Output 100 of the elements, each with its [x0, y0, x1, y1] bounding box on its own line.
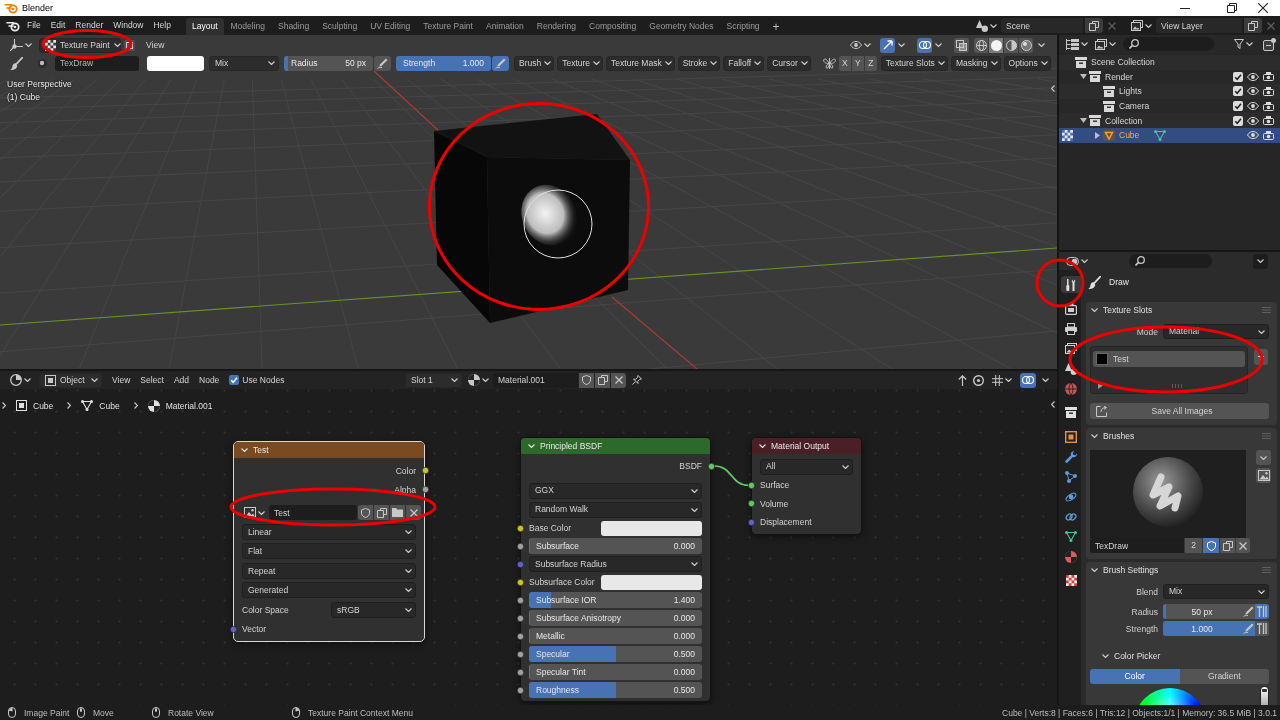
texture-slot-item[interactable]: Test: [1093, 351, 1245, 367]
pressure-button[interactable]: [492, 55, 509, 71]
add-workspace-button[interactable]: +: [766, 18, 786, 35]
shading-mode-button[interactable]: [1019, 37, 1033, 53]
filter-button[interactable]: [1232, 36, 1255, 52]
workspace-tab[interactable]: Geometry Nodes: [643, 18, 720, 35]
copy-button[interactable]: [374, 505, 389, 520]
socket-icon[interactable]: [707, 462, 715, 470]
camera-icon[interactable]: [1263, 72, 1274, 82]
image-name-field[interactable]: Test: [269, 505, 357, 520]
property-dropdown[interactable]: Subsurface Radius: [529, 556, 702, 572]
node-header[interactable]: Test: [234, 442, 424, 458]
search-field[interactable]: [1123, 37, 1214, 51]
property-dropdown[interactable]: Repeat: [242, 562, 416, 579]
property-slider[interactable]: Specular Tint 0.000: [529, 664, 702, 680]
brush-slider[interactable]: Strength 1.000: [396, 55, 491, 71]
view-layer-name-field[interactable]: View Layer: [1156, 18, 1242, 33]
blend-dropdown[interactable]: Mix: [1163, 584, 1269, 599]
socket-icon[interactable]: [516, 542, 524, 550]
eye-icon[interactable]: [1247, 72, 1259, 81]
drag-handle-icon[interactable]: [1262, 567, 1271, 573]
up-arrow-icon[interactable]: [958, 374, 967, 386]
grid-button[interactable]: [990, 372, 1014, 388]
chevron-icon[interactable]: [1102, 653, 1109, 658]
menu-dropdown[interactable]: Texture: [557, 55, 604, 71]
camera-icon[interactable]: [1263, 87, 1274, 96]
property-dropdown[interactable]: Random Walk: [529, 501, 702, 518]
checkbox-icon[interactable]: [229, 375, 240, 385]
overlay-button[interactable]: [917, 37, 932, 53]
eye-icon[interactable]: [1247, 131, 1259, 140]
menu-item[interactable]: File: [22, 17, 46, 34]
chevron-icon[interactable]: [1038, 43, 1045, 47]
menu-dropdown[interactable]: Texture Mask: [606, 55, 675, 71]
drag-handle-icon[interactable]: [1262, 307, 1271, 313]
socket-icon[interactable]: [516, 578, 524, 586]
workspace-tab[interactable]: Texture Paint: [417, 18, 479, 35]
workspace-tab[interactable]: Animation: [479, 18, 530, 35]
checkbox-icon[interactable]: [1233, 86, 1243, 97]
workspace-tab[interactable]: Sculpting: [316, 18, 364, 35]
user-count-button[interactable]: 2: [1185, 538, 1202, 553]
panel-title[interactable]: Color Picker: [1114, 650, 1161, 661]
pressure-button[interactable]: [374, 55, 391, 71]
eye-icon[interactable]: [1247, 116, 1259, 125]
use-nodes-checkbox[interactable]: Use Nodes: [229, 372, 285, 388]
panel-title[interactable]: Texture Slots: [1103, 305, 1153, 315]
fake-user-button[interactable]: [1203, 538, 1219, 553]
menu-dropdown[interactable]: Stroke: [677, 55, 721, 71]
shading-mode-button[interactable]: [1004, 37, 1018, 53]
property-slider[interactable]: Roughness 0.500: [529, 682, 702, 698]
color-swatch[interactable]: [147, 55, 204, 71]
scene-name-field[interactable]: Scene: [1001, 18, 1083, 33]
dropdown-button[interactable]: [1253, 253, 1268, 269]
color-swatch[interactable]: [601, 520, 702, 536]
overlay-button[interactable]: [1020, 372, 1036, 388]
chevron-left-icon[interactable]: [1051, 401, 1055, 408]
property-slider[interactable]: Metallic 0.000: [529, 628, 702, 644]
property-slider[interactable]: Subsurface Anisotropy 0.000: [529, 610, 702, 626]
popover-dropdown[interactable]: Texture Slots: [880, 55, 948, 71]
search-field[interactable]: [1129, 254, 1212, 268]
property-dropdown[interactable]: GGX: [529, 482, 702, 499]
unlink-button[interactable]: [1236, 538, 1250, 553]
socket-icon[interactable]: [516, 596, 524, 604]
ring-icon[interactable]: [973, 374, 984, 386]
material-name-field[interactable]: Material.001: [493, 372, 578, 388]
socket-icon[interactable]: [747, 500, 755, 508]
chevron-icon[interactable]: [1091, 308, 1098, 312]
close-icon[interactable]: [1258, 3, 1268, 13]
camera-icon[interactable]: [1263, 130, 1274, 140]
menu-item[interactable]: Select: [135, 372, 169, 388]
expand-arrow-icon[interactable]: [1094, 131, 1100, 139]
unified-button[interactable]: [1255, 604, 1269, 619]
editor-type-button[interactable]: [8, 37, 34, 53]
camera-icon[interactable]: [1263, 101, 1274, 111]
chevron-icon[interactable]: [1091, 434, 1098, 438]
property-slider[interactable]: Specular 0.500: [529, 646, 702, 662]
copy-button[interactable]: [595, 372, 610, 388]
chevron-icon[interactable]: [528, 444, 535, 448]
menu-dropdown[interactable]: Brush: [514, 55, 555, 71]
butterfly-icon[interactable]: [822, 57, 836, 69]
chevron-icon[interactable]: [935, 43, 942, 47]
property-dropdown[interactable]: Flat: [242, 543, 416, 560]
image-browse-button[interactable]: [242, 505, 267, 520]
menu-dropdown[interactable]: Cursor: [767, 55, 811, 71]
menu-item[interactable]: Edit: [45, 17, 71, 34]
object-type-dropdown[interactable]: Object: [39, 372, 102, 388]
workspace-tab[interactable]: Rendering: [530, 18, 582, 35]
property-dropdown[interactable]: sRGB: [331, 601, 416, 618]
scene-selector-button[interactable]: [974, 18, 999, 33]
chevron-icon[interactable]: [898, 43, 905, 47]
panel-title[interactable]: Brush Settings: [1103, 565, 1159, 575]
editor-type-button[interactable]: [1064, 36, 1090, 52]
workspace-tab[interactable]: Shading: [272, 18, 316, 35]
color-mode-tab[interactable]: Gradient: [1179, 669, 1269, 684]
popover-dropdown[interactable]: Masking: [950, 55, 1001, 71]
save-all-images-button[interactable]: Save All Images: [1090, 403, 1269, 419]
socket-icon[interactable]: [421, 486, 429, 493]
axis-toggle[interactable]: Z: [864, 55, 877, 71]
workspace-tab[interactable]: Compositing: [583, 18, 643, 35]
shading-mode-button[interactable]: [974, 37, 988, 53]
material-browse-button[interactable]: [466, 372, 491, 388]
